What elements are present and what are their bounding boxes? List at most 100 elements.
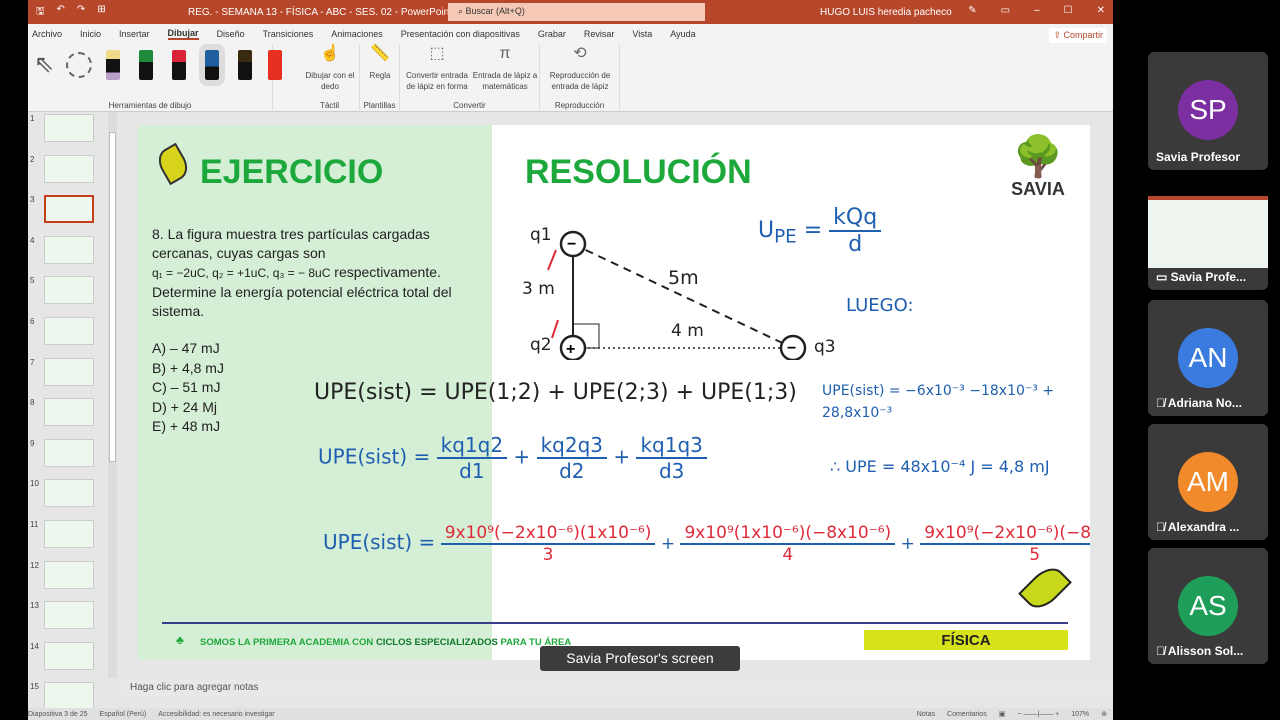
comments-button[interactable]: Comentarios	[947, 711, 987, 718]
slide-thumbnails-pane: 1 2 3 4 5 6 7 8 9 10 11 12 13 14 15	[28, 112, 118, 711]
window-title: REG. - SEMANA 13 - FÍSICA - ABC - SES. 0…	[188, 7, 452, 18]
slide-thumbnail[interactable]	[44, 560, 94, 589]
slide-thumbnail[interactable]	[44, 682, 94, 711]
ink-replay-button[interactable]: ⟲ Reproducción de entrada de lápiz	[544, 46, 616, 92]
fit-slide-icon[interactable]: ⊕	[1101, 710, 1107, 718]
user-name[interactable]: HUGO LUIS heredia pacheco	[820, 7, 952, 18]
slide-thumbnail[interactable]	[44, 114, 94, 142]
slide-editor: EJERCICIO RESOLUCIÓN 🌳 SAVIA 8. La figura…	[118, 112, 1113, 678]
tab-dibujar[interactable]: Dibujar	[167, 28, 199, 40]
slide[interactable]: EJERCICIO RESOLUCIÓN 🌳 SAVIA 8. La figura…	[138, 125, 1090, 660]
thumbnail-number: 5	[30, 276, 35, 286]
tab-inicio[interactable]: Inicio	[80, 29, 101, 39]
tab-vista[interactable]: Vista	[632, 29, 652, 39]
ruler-button[interactable]: 📏 Regla	[360, 45, 400, 81]
slide-thumbnail[interactable]	[44, 235, 94, 264]
redo-icon[interactable]: ↷	[77, 4, 85, 21]
screen-share-caption: Savia Profesor's screen	[540, 646, 740, 671]
accessibility-status[interactable]: Accesibilidad: es necesario investigar	[158, 711, 274, 718]
save-icon[interactable]: 🖫	[36, 4, 45, 21]
tab-transiciones[interactable]: Transiciones	[263, 29, 314, 39]
tab-archivo[interactable]: Archivo	[32, 29, 62, 39]
eq3-den-3: 5	[1029, 545, 1041, 565]
participant-name: Savia Profesor	[1156, 150, 1241, 164]
eq2-lhs: UPE(sist) =	[318, 444, 431, 469]
pen-icon[interactable]: ✎	[968, 5, 976, 16]
thumbnail-number: 3	[30, 195, 35, 205]
thumbnail-scrollbar[interactable]	[108, 112, 117, 678]
tab-presentacion[interactable]: Presentación con diapositivas	[401, 29, 520, 39]
blue-pen-selected[interactable]	[199, 44, 225, 86]
zoom-slider[interactable]: − ——|—— +	[1017, 711, 1059, 718]
minimize-button[interactable]: –	[1034, 5, 1040, 16]
ruler-icon: 📏	[370, 45, 390, 62]
button-label: Entrada de lápiz a matemáticas	[472, 71, 538, 91]
avatar: AM	[1178, 452, 1238, 512]
select-cursor-icon[interactable]: ⇖	[34, 50, 54, 79]
savia-logo: 🌳 SAVIA	[998, 135, 1078, 200]
notes-button[interactable]: Notas	[917, 711, 935, 718]
language[interactable]: Español (Perú)	[100, 711, 147, 718]
eq2-num-1: kq1q2	[436, 433, 508, 459]
name-text: Savia Profe...	[1170, 270, 1247, 284]
participant-name: 🎙̸ Adriana No...	[1156, 396, 1264, 410]
button-label: Reproducción de entrada de lápiz	[549, 71, 611, 91]
minus-sign: −	[567, 236, 576, 253]
participant-tile[interactable]: AM 🎙̸ Alexandra ...	[1148, 424, 1268, 540]
screen-preview	[1148, 196, 1268, 268]
ink-to-math-button[interactable]: π Entrada de lápiz a matemáticas	[472, 46, 538, 92]
eq3-num-1: 9x10⁹(−2x10⁻⁶)(1x10⁻⁶)	[440, 523, 656, 545]
participant-name: 🎙̸ Alisson Sol...	[1156, 644, 1264, 658]
ribbon-display-icon[interactable]: ▭	[1001, 5, 1010, 16]
undo-icon[interactable]: ↶	[57, 4, 65, 21]
draw-with-finger-button[interactable]: ☝ Dibujar con el dedo	[304, 46, 356, 92]
green-pen[interactable]	[139, 50, 153, 80]
tab-ayuda[interactable]: Ayuda	[670, 29, 695, 39]
tab-animaciones[interactable]: Animaciones	[331, 29, 383, 39]
normal-view-icon[interactable]: ▣	[999, 710, 1006, 718]
brown-pen[interactable]	[238, 50, 252, 80]
tab-insertar[interactable]: Insertar	[119, 29, 150, 39]
slide-thumbnail[interactable]	[44, 357, 94, 386]
slide-thumbnail[interactable]	[44, 641, 94, 670]
present-icon[interactable]: ⊞	[97, 4, 105, 21]
side-result-1: UPE(sist) = −6x10⁻³ −18x10⁻³ + 28,8x10⁻³	[822, 383, 1055, 421]
highlighter-pen[interactable]	[106, 50, 120, 80]
slide-thumbnail[interactable]	[44, 398, 94, 427]
slide-thumbnail[interactable]	[44, 520, 94, 548]
equation-1: UPE(sist) = UPE(1;2) + UPE(2;3) + UPE(1;…	[314, 380, 797, 405]
charges-text: q₁ = −2uC, q₂ = +1uC, q₃ = − 8uC	[152, 266, 331, 280]
participant-tile[interactable]: AS 🎙̸ Alisson Sol...	[1148, 548, 1268, 664]
plus-sign: +	[566, 341, 575, 358]
slide-thumbnail[interactable]	[44, 195, 94, 224]
slide-thumbnail[interactable]	[44, 601, 94, 630]
scrollbar-thumb[interactable]	[109, 132, 116, 462]
tab-diseno[interactable]: Diseño	[217, 29, 245, 39]
label-q2: q2	[530, 335, 552, 355]
slide-thumbnail[interactable]	[44, 317, 94, 345]
slide-thumbnail[interactable]	[44, 479, 94, 508]
name-text: Alisson Sol...	[1167, 644, 1244, 658]
participant-tile-screen[interactable]: ▭ Savia Profe...	[1148, 196, 1268, 290]
maximize-button[interactable]: ☐	[1064, 5, 1073, 16]
participant-tile[interactable]: AN 🎙̸ Adriana No...	[1148, 300, 1268, 416]
tab-revisar[interactable]: Revisar	[584, 29, 615, 39]
tab-grabar[interactable]: Grabar	[538, 29, 566, 39]
group-drawing-tools: ⇖ Herramientas de dibujo	[28, 44, 282, 112]
zoom-level[interactable]: 107%	[1071, 711, 1089, 718]
slide-thumbnail[interactable]	[44, 438, 94, 467]
close-button[interactable]: ✕	[1097, 5, 1105, 16]
label-q3: q3	[814, 337, 836, 357]
lasso-icon[interactable]	[66, 52, 92, 78]
share-button[interactable]: ⇪ Compartir	[1049, 28, 1107, 43]
ink-to-shape-button[interactable]: ⬚ Convertir entrada de lápiz en forma	[402, 46, 472, 92]
search-input[interactable]: ⌕ Buscar (Alt+Q)	[448, 3, 705, 21]
search-placeholder: Buscar (Alt+Q)	[465, 6, 525, 16]
eq2-num-3: kq1q3	[636, 433, 707, 459]
slide-thumbnail[interactable]	[44, 276, 94, 305]
orange-highlighter[interactable]	[268, 50, 282, 80]
slide-thumbnail[interactable]	[44, 154, 94, 183]
notes-input[interactable]: Haga clic para agregar notas	[118, 678, 1113, 698]
red-pen[interactable]	[172, 50, 186, 80]
participant-tile[interactable]: SP Savia Profesor	[1148, 52, 1268, 170]
